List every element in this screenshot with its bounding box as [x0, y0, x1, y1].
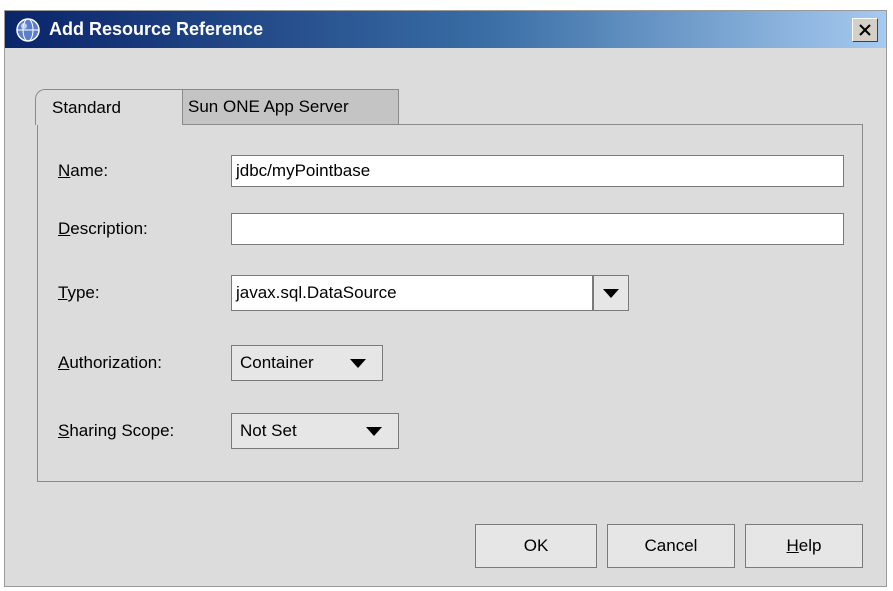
- sharing-scope-label: Sharing Scope:: [58, 421, 175, 440]
- authorization-dropdown[interactable]: Container: [231, 345, 383, 381]
- chevron-down-icon: [603, 288, 619, 298]
- tab-sun-one-app-server[interactable]: Sun ONE App Server: [171, 89, 399, 125]
- dialog-window: Add Resource Reference Sun ONE App Serve…: [4, 10, 887, 587]
- close-icon: [859, 24, 871, 36]
- authorization-value: Container: [240, 353, 314, 372]
- cancel-label: Cancel: [644, 536, 698, 555]
- chevron-down-icon: [366, 427, 382, 436]
- tab-panel-standard: Name: jdbc/myPointbase Description: Type…: [37, 124, 863, 482]
- title-bar[interactable]: Add Resource Reference: [5, 11, 886, 48]
- ok-button[interactable]: OK: [475, 524, 597, 568]
- authorization-label: Authorization:: [58, 353, 162, 372]
- dialog-title: Add Resource Reference: [49, 19, 264, 39]
- cancel-button[interactable]: Cancel: [607, 524, 735, 568]
- name-label: Name:: [58, 161, 109, 180]
- sharing-scope-dropdown[interactable]: Not Set: [231, 413, 399, 449]
- name-value: jdbc/myPointbase: [236, 161, 371, 180]
- chevron-down-icon: [350, 359, 366, 368]
- app-globe-icon: [16, 18, 40, 42]
- help-label: Help: [786, 536, 822, 555]
- type-combo-field[interactable]: javax.sql.DataSource: [231, 275, 593, 311]
- tab-standard[interactable]: Standard: [35, 89, 183, 125]
- tab-label: Sun ONE App Server: [188, 97, 349, 116]
- type-label: Type:: [58, 283, 100, 302]
- type-dropdown-button[interactable]: [593, 275, 629, 311]
- close-button[interactable]: [852, 18, 878, 42]
- help-button[interactable]: Help: [745, 524, 863, 568]
- description-field[interactable]: [231, 213, 844, 245]
- type-value: javax.sql.DataSource: [236, 283, 397, 302]
- tab-label: Standard: [52, 97, 121, 117]
- ok-label: OK: [523, 536, 549, 555]
- name-field[interactable]: jdbc/myPointbase: [231, 155, 844, 187]
- sharing-scope-value: Not Set: [240, 421, 297, 440]
- description-label: Description:: [58, 219, 148, 238]
